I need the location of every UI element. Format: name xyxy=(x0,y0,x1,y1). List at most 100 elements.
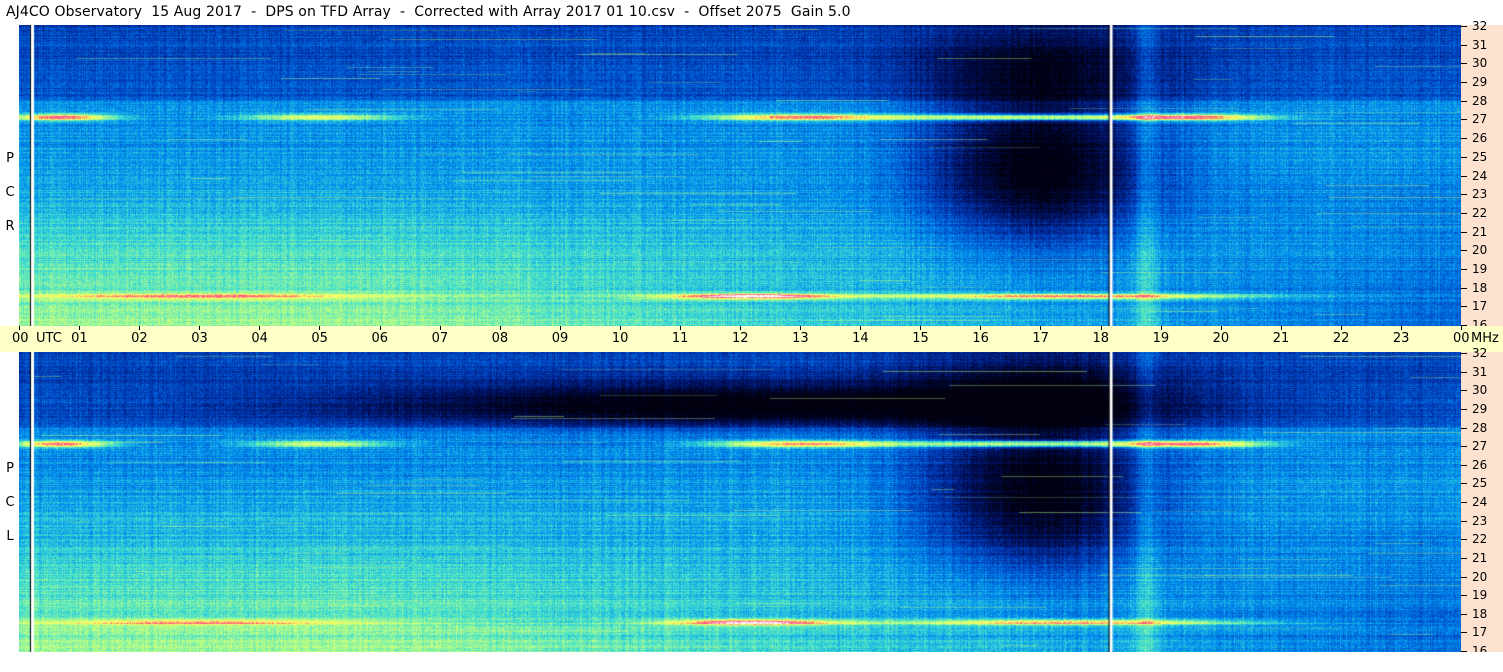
frequency-tick-label: 23 xyxy=(1472,513,1488,528)
rcp-spectrogram xyxy=(19,25,1461,326)
time-tick-label: 05 xyxy=(311,331,328,346)
frequency-tick-mark xyxy=(1461,100,1467,102)
time-tick-label: 04 xyxy=(251,331,268,346)
time-tick-mark xyxy=(439,326,441,330)
time-tick-label: 01 xyxy=(71,331,88,346)
frequency-tick-mark xyxy=(1461,483,1467,485)
time-unit-label: UTC xyxy=(36,331,62,346)
frequency-tick-mark xyxy=(1461,231,1467,233)
frequency-tick-label: 21 xyxy=(1472,224,1488,239)
time-tick-mark xyxy=(1040,326,1042,330)
frequency-tick-mark xyxy=(1461,557,1467,559)
frequency-tick-label: 30 xyxy=(1472,56,1488,71)
time-tick-mark xyxy=(1461,326,1462,330)
time-tick-label: 07 xyxy=(431,331,449,346)
frequency-tick-mark xyxy=(1461,371,1467,373)
time-tick-label: 00 xyxy=(12,331,29,346)
frequency-tick-label: 22 xyxy=(1472,205,1488,220)
rcp-frequency-axis: 32 31 30 29 28 27 26 25 24 23 22 21 20 19 18 17 16 xyxy=(1461,20,1503,331)
time-tick-mark xyxy=(139,326,141,330)
frequency-tick-mark xyxy=(1461,595,1467,597)
lcp-frequency-axis: 32 31 30 29 28 27 26 25 24 23 22 21 20 19 18 17 16 xyxy=(1461,347,1503,657)
frequency-tick-mark xyxy=(1461,268,1467,270)
time-tick-mark xyxy=(19,326,20,330)
frequency-tick-mark xyxy=(1461,44,1467,46)
frequency-tick-mark xyxy=(1461,502,1467,503)
time-tick-mark xyxy=(860,326,862,330)
time-tick-mark xyxy=(980,326,982,330)
frequency-tick-label: 25 xyxy=(1472,149,1488,164)
frequency-tick-mark xyxy=(1461,175,1467,177)
frequency-tick-label: 26 xyxy=(1472,457,1488,472)
chart-title: AJ4CO Observatory 15 Aug 2017 - DPS on T… xyxy=(6,4,851,20)
time-tick-mark xyxy=(920,326,922,330)
lcp-label-letter: P xyxy=(6,461,14,476)
time-tick-mark xyxy=(1340,326,1342,330)
time-tick-mark xyxy=(1220,326,1222,330)
time-tick-label: 18 xyxy=(1092,331,1110,346)
lcp-label-strip: P C L xyxy=(0,352,19,652)
time-tick-label: 17 xyxy=(1032,331,1049,346)
frequency-tick-mark xyxy=(1461,632,1467,634)
frequency-tick-mark xyxy=(1461,539,1467,541)
frequency-tick-mark xyxy=(1461,63,1467,65)
frequency-unit-label: MHz xyxy=(1471,331,1499,346)
time-tick-mark xyxy=(1280,326,1282,330)
frequency-tick-label: 21 xyxy=(1472,550,1488,565)
frequency-tick-label: 18 xyxy=(1472,280,1488,295)
frequency-tick-mark xyxy=(1461,26,1467,27)
time-tick-label: 06 xyxy=(371,331,389,346)
frequency-tick-label: 29 xyxy=(1472,75,1488,90)
time-tick-label: 14 xyxy=(852,331,869,346)
time-tick-label: 16 xyxy=(972,331,989,346)
time-tick-label: 00 xyxy=(1453,331,1470,346)
time-tick-label: 02 xyxy=(131,331,148,346)
time-tick-mark xyxy=(559,326,561,330)
time-tick-mark xyxy=(259,326,261,330)
frequency-tick-mark xyxy=(1461,408,1467,410)
frequency-tick-label: 31 xyxy=(1472,364,1488,379)
frequency-tick-label: 25 xyxy=(1472,476,1488,491)
time-tick-label: 03 xyxy=(191,331,208,346)
time-tick-label: 23 xyxy=(1392,331,1410,346)
frequency-tick-label: 20 xyxy=(1472,243,1488,258)
frequency-tick-mark xyxy=(1461,353,1467,354)
frequency-tick-label: 19 xyxy=(1472,588,1488,603)
time-tick-label: 13 xyxy=(792,331,809,346)
time-tick-mark xyxy=(1400,326,1402,330)
time-tick-mark xyxy=(319,326,321,330)
frequency-tick-mark xyxy=(1461,613,1467,615)
time-tick-mark xyxy=(499,326,501,330)
time-tick-mark xyxy=(740,326,741,330)
frequency-tick-label: 18 xyxy=(1472,606,1488,621)
frequency-tick-mark xyxy=(1461,194,1467,196)
rcp-label-strip: P C R xyxy=(0,25,19,326)
frequency-tick-label: 17 xyxy=(1472,299,1488,314)
frequency-tick-mark xyxy=(1461,446,1467,448)
rcp-label-letter: R xyxy=(5,219,15,234)
frequency-tick-mark xyxy=(1461,138,1467,140)
frequency-tick-label: 31 xyxy=(1472,37,1488,52)
frequency-tick-label: 26 xyxy=(1472,131,1488,146)
time-tick-mark xyxy=(1160,326,1162,330)
time-tick-label: 08 xyxy=(491,331,509,346)
time-tick-mark xyxy=(619,326,621,330)
time-tick-mark xyxy=(1100,326,1102,330)
frequency-tick-label: 19 xyxy=(1472,261,1488,276)
frequency-tick-mark xyxy=(1461,390,1467,392)
frequency-tick-label: 27 xyxy=(1472,439,1488,454)
lcp-heatmap-canvas xyxy=(19,352,1461,652)
title-bar: AJ4CO Observatory 15 Aug 2017 - DPS on T… xyxy=(0,0,1462,25)
time-tick-label: 21 xyxy=(1272,331,1290,346)
time-tick-label: 11 xyxy=(671,331,689,346)
frequency-tick-mark xyxy=(1461,156,1467,158)
time-tick-label: 12 xyxy=(732,331,749,346)
frequency-tick-label: 30 xyxy=(1472,383,1488,398)
time-tick-mark xyxy=(679,326,681,330)
rcp-label-letter: C xyxy=(5,185,15,200)
frequency-tick-label: 32 xyxy=(1472,19,1488,33)
frequency-tick-mark xyxy=(1461,427,1467,429)
frequency-tick-label: 32 xyxy=(1472,346,1488,360)
frequency-tick-mark xyxy=(1461,464,1467,466)
time-tick-label: 15 xyxy=(912,331,929,346)
